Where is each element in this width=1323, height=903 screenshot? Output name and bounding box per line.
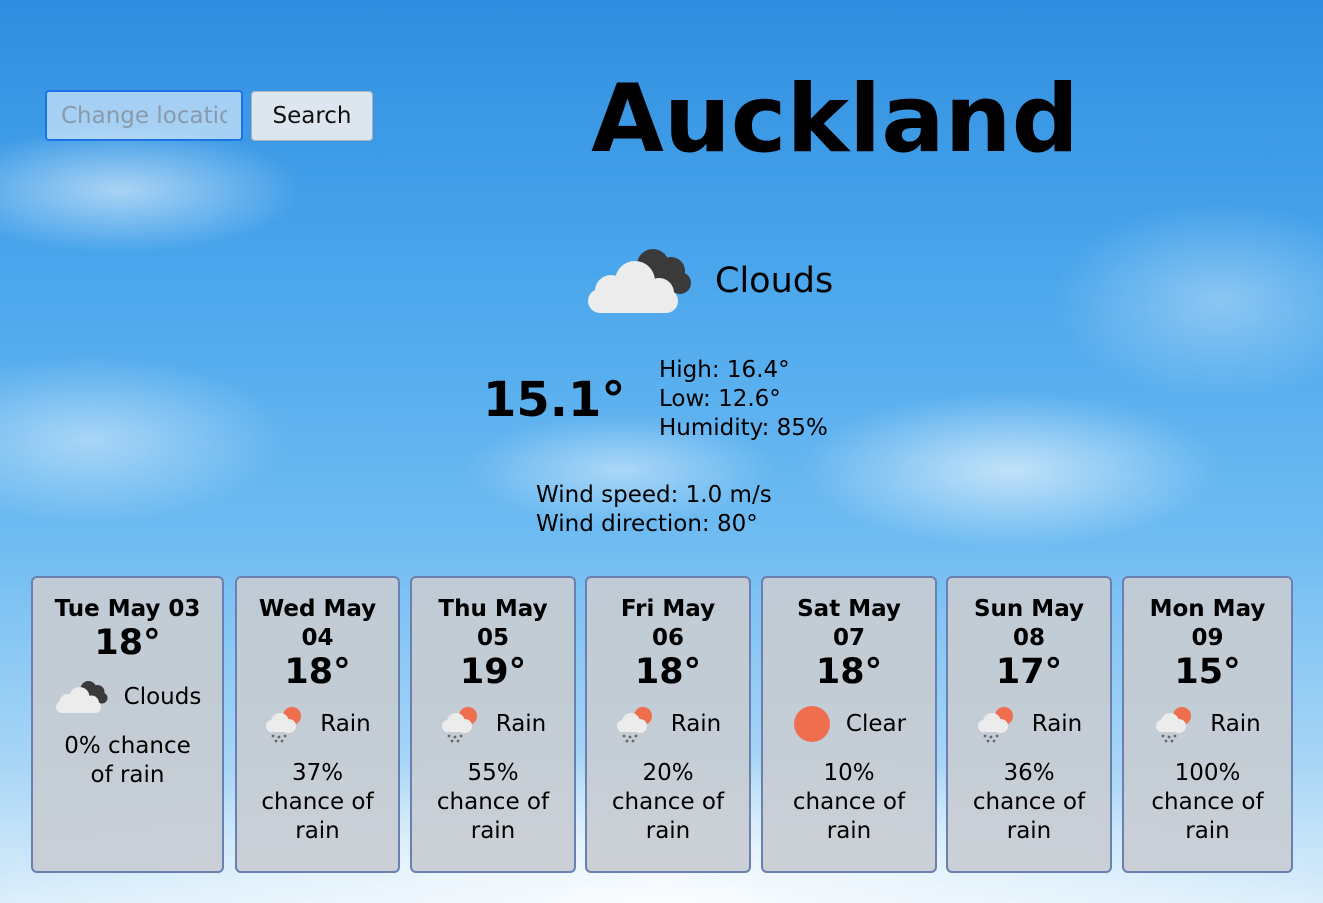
clouds-icon [54, 678, 110, 716]
sun-icon [792, 704, 832, 744]
forecast-card: Thu May 05 19° Rain 55% chance of rain [410, 576, 576, 873]
forecast-day: Fri May 06 [620, 596, 716, 651]
wind-speed: Wind speed: 1.0 m/s [536, 482, 772, 508]
current-temperature: 15.1° [483, 372, 626, 428]
forecast-temperature: 18° [815, 652, 883, 692]
humidity: Humidity: 85% [659, 415, 828, 441]
forecast-temperature: 19° [459, 652, 527, 692]
wind-direction: Wind direction: 80° [536, 511, 758, 537]
forecast-temperature: 18° [94, 623, 161, 663]
forecast-temperature: 18° [284, 652, 351, 692]
current-condition-label: Clouds [715, 261, 834, 301]
forecast-card: Tue May 03 18° Clouds 0% chance of rain [31, 576, 224, 873]
rain-icon [264, 704, 306, 744]
forecast-day: Wed May 04 [258, 596, 377, 651]
forecast-card: Fri May 06 18° Rain 20% chance of rain [585, 576, 751, 873]
forecast-card: Sat May 07 18° Clear 10% chance of rain [761, 576, 937, 873]
city-name: Auckland [591, 65, 1079, 174]
current-condition: Clouds [585, 243, 833, 319]
forecast-rain-chance: 0% chance of rain [64, 733, 191, 788]
search-input[interactable] [45, 90, 243, 141]
forecast-day: Sun May 08 [973, 596, 1084, 651]
rain-icon [615, 704, 657, 744]
forecast-card: Wed May 04 18° Rain 37% chance of rain [235, 576, 400, 873]
forecast-temperature: 18° [634, 652, 702, 692]
rain-icon [976, 704, 1018, 744]
forecast-condition: Rain [670, 711, 722, 737]
forecast-rain-chance: 36% chance of rain [972, 760, 1086, 844]
forecast-condition: Rain [1031, 711, 1083, 737]
forecast-condition: Rain [495, 711, 547, 737]
forecast-day: Thu May 05 [438, 596, 548, 651]
forecast-condition: Clear [845, 711, 907, 737]
forecast-card: Sun May 08 17° Rain 36% chance of rain [946, 576, 1112, 873]
forecast-day: Sat May 07 [797, 596, 901, 651]
forecast-temperature: 15° [1174, 652, 1241, 692]
rain-icon [440, 704, 482, 744]
forecast-condition: Rain [1210, 711, 1261, 737]
forecast-rain-chance: 10% chance of rain [792, 760, 906, 844]
current-stats: High: 16.4° Low: 12.6° Humidity: 85% [659, 356, 828, 443]
search-button[interactable]: Search [251, 91, 373, 141]
forecast-day: Mon May 09 [1149, 596, 1266, 651]
forecast-condition: Clouds [123, 684, 202, 710]
forecast-rain-chance: 100% chance of rain [1151, 760, 1264, 844]
forecast-condition: Rain [320, 711, 371, 737]
wind-info: Wind speed: 1.0 m/s Wind direction: 80° [536, 481, 772, 539]
forecast-temperature: 17° [995, 652, 1063, 692]
rain-icon [1154, 704, 1196, 744]
high-temperature: High: 16.4° [659, 357, 790, 383]
forecast-rain-chance: 37% chance of rain [261, 760, 374, 844]
low-temperature: Low: 12.6° [659, 386, 781, 412]
forecast-rain-chance: 55% chance of rain [436, 760, 550, 844]
forecast-day: Tue May 03 [54, 596, 201, 622]
clouds-icon [585, 243, 695, 319]
forecast-rain-chance: 20% chance of rain [611, 760, 725, 844]
forecast-card: Mon May 09 15° Rain 100% chance of rain [1122, 576, 1293, 873]
